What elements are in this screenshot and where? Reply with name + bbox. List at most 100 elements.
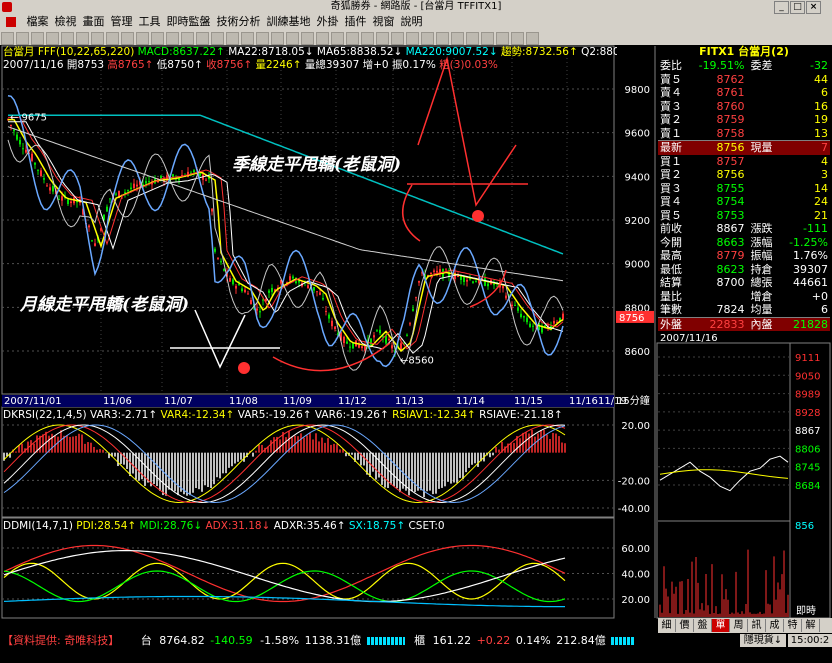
minimize-button[interactable]: _ bbox=[774, 1, 789, 14]
bottom-tab-4[interactable]: 周 bbox=[730, 619, 748, 632]
candle-body bbox=[562, 314, 564, 320]
menu-0[interactable]: 檔案 bbox=[24, 14, 52, 30]
menu-9[interactable]: 插件 bbox=[342, 14, 370, 30]
toolbar-tool-icon[interactable] bbox=[451, 32, 464, 45]
candle-body bbox=[19, 140, 21, 144]
quote-cell: 8757 bbox=[697, 155, 747, 169]
candle-body bbox=[322, 298, 324, 299]
toolbar-tool-icon[interactable] bbox=[91, 32, 104, 45]
menu-11[interactable]: 說明 bbox=[398, 14, 426, 30]
maximize-button[interactable]: □ bbox=[790, 1, 805, 14]
menu-3[interactable]: 管理 bbox=[108, 14, 136, 30]
menu-1[interactable]: 檢視 bbox=[52, 14, 80, 30]
menu-5[interactable]: 即時監盤 bbox=[164, 14, 214, 30]
dkrsi-panel[interactable]: 20.00-20.00-40.00 bbox=[2, 421, 650, 515]
quote-cell: 前收 bbox=[658, 222, 697, 236]
bottom-tab-3[interactable]: 單 bbox=[712, 619, 730, 632]
status-tw-vol: 1138.31億 bbox=[305, 634, 362, 647]
toolbar-tool-icon[interactable] bbox=[31, 32, 44, 45]
toolbar-tool-icon[interactable] bbox=[166, 32, 179, 45]
toolbar-tool-icon[interactable] bbox=[46, 32, 59, 45]
toolbar-tool-icon[interactable] bbox=[406, 32, 419, 45]
toolbar-tool-icon[interactable] bbox=[1, 32, 14, 45]
candle-body bbox=[25, 150, 27, 153]
menu-7[interactable]: 訓練基地 bbox=[264, 14, 314, 30]
header-field: MA220:9007.52↓ bbox=[406, 46, 501, 58]
quote-row: 買１87574 bbox=[658, 155, 830, 169]
toolbar-tool-icon[interactable] bbox=[136, 32, 149, 45]
quote-row: 賣４87616 bbox=[658, 86, 830, 100]
bottom-tab-8[interactable]: 解 bbox=[802, 619, 820, 632]
menu-10[interactable]: 視窗 bbox=[370, 14, 398, 30]
candle-body bbox=[220, 261, 222, 262]
toolbar-tool-icon[interactable] bbox=[511, 32, 524, 45]
toolbar-tool-icon[interactable] bbox=[436, 32, 449, 45]
candle-body bbox=[61, 196, 63, 200]
toolbar-tool-icon[interactable] bbox=[466, 32, 479, 45]
menu-8[interactable]: 外掛 bbox=[314, 14, 342, 30]
quote-row: 買４875424 bbox=[658, 195, 830, 209]
toolbar-tool-icon[interactable] bbox=[331, 32, 344, 45]
bottom-tab-2[interactable]: 盤 bbox=[694, 619, 712, 632]
toolbar-tool-icon[interactable] bbox=[271, 32, 284, 45]
bottom-tab-6[interactable]: 成 bbox=[766, 619, 784, 632]
intraday-date: 2007/11/16 bbox=[660, 333, 718, 344]
toolbar-tool-icon[interactable] bbox=[286, 32, 299, 45]
quote-cell bbox=[697, 290, 747, 304]
intraday-y-tick: 9111 bbox=[795, 353, 820, 364]
toolbar-tool-icon[interactable] bbox=[121, 32, 134, 45]
status-otc-price: 161.22 bbox=[433, 634, 472, 647]
toolbar-tool-icon[interactable] bbox=[181, 32, 194, 45]
quote-cell bbox=[747, 73, 788, 87]
kline-y-tick: 9200 bbox=[625, 216, 650, 227]
toolbar-tool-icon[interactable] bbox=[526, 32, 539, 45]
quote-cell: 外盤 bbox=[658, 317, 697, 331]
menu-6[interactable]: 技術分析 bbox=[214, 14, 264, 30]
candle-body bbox=[445, 269, 447, 270]
bottom-tab-5[interactable]: 訊 bbox=[748, 619, 766, 632]
toolbar-tool-icon[interactable] bbox=[76, 32, 89, 45]
toolbar-tool-icon[interactable] bbox=[211, 32, 224, 45]
dkrsi-y-tick: 20.00 bbox=[621, 421, 650, 432]
quote-cell: 8762 bbox=[697, 73, 747, 87]
price-tag: 8756 bbox=[619, 313, 644, 324]
toolbar-tool-icon[interactable] bbox=[316, 32, 329, 45]
intraday-panel[interactable]: 91119050898989288867880687458684856 bbox=[657, 343, 830, 618]
quote-cell: 賣５ bbox=[658, 73, 697, 87]
intraday-y-tick: 8806 bbox=[795, 444, 820, 455]
bottom-tab-7[interactable]: 特 bbox=[784, 619, 802, 632]
toolbar-tool-icon[interactable] bbox=[106, 32, 119, 45]
quote-cell: 6 bbox=[787, 86, 830, 100]
toolbar-tool-icon[interactable] bbox=[151, 32, 164, 45]
quote-cell: -19.51% bbox=[697, 59, 747, 73]
bottom-tab-1[interactable]: 價 bbox=[676, 619, 694, 632]
ddmi-panel[interactable]: 60.0040.0020.00 bbox=[2, 544, 650, 607]
kline-panel[interactable]: ← 9675←8560 bbox=[7, 59, 564, 374]
menu-2[interactable]: 畫面 bbox=[80, 14, 108, 30]
toolbar-tool-icon[interactable] bbox=[196, 32, 209, 45]
candle-body bbox=[247, 293, 249, 294]
toolbar-tool-icon[interactable] bbox=[61, 32, 74, 45]
menu-bar: 檔案檢視畫面管理工具即時監盤技術分析訓練基地外掛插件視窗說明 bbox=[0, 14, 832, 30]
status-mode[interactable]: 隱現貨↓ bbox=[740, 634, 786, 647]
toolbar-tool-icon[interactable] bbox=[376, 32, 389, 45]
menu-4[interactable]: 工具 bbox=[136, 14, 164, 30]
quote-row: 量比增倉+0 bbox=[658, 290, 830, 304]
quote-cell: 振幅 bbox=[747, 249, 788, 263]
status-tw-change: -140.59 bbox=[210, 634, 252, 647]
toolbar-tool-icon[interactable] bbox=[256, 32, 269, 45]
toolbar-tool-icon[interactable] bbox=[481, 32, 494, 45]
toolbar-tool-icon[interactable] bbox=[391, 32, 404, 45]
toolbar-tool-icon[interactable] bbox=[346, 32, 359, 45]
bottom-tab-0[interactable]: 細 bbox=[658, 619, 676, 632]
toolbar-tool-icon[interactable] bbox=[496, 32, 509, 45]
toolbar bbox=[0, 30, 832, 45]
toolbar-tool-icon[interactable] bbox=[16, 32, 29, 45]
toolbar-tool-icon[interactable] bbox=[241, 32, 254, 45]
toolbar-tool-icon[interactable] bbox=[421, 32, 434, 45]
kline-y-tick: 9800 bbox=[625, 85, 650, 96]
toolbar-tool-icon[interactable] bbox=[226, 32, 239, 45]
close-button[interactable]: × bbox=[806, 1, 821, 14]
toolbar-tool-icon[interactable] bbox=[361, 32, 374, 45]
toolbar-tool-icon[interactable] bbox=[301, 32, 314, 45]
